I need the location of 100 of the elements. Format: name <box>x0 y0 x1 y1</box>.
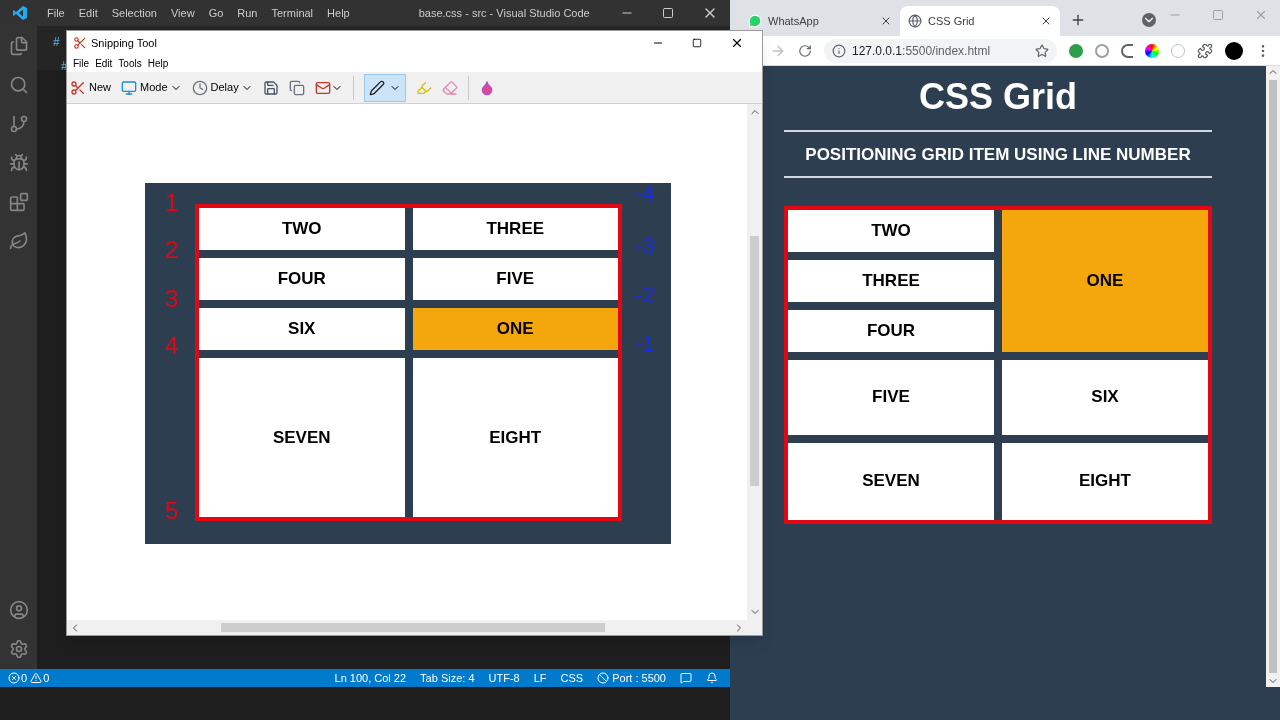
status-item[interactable]: Tab Size: 4 <box>420 669 475 687</box>
grid-item: FOUR <box>199 258 405 300</box>
handwritten-number: 3 <box>165 287 179 311</box>
bookmark-star-icon[interactable] <box>1035 43 1049 58</box>
close-tab-icon[interactable] <box>880 15 892 27</box>
handwritten-number: -4 <box>635 183 655 205</box>
handwritten-number: 1 <box>165 191 179 215</box>
extension-icon[interactable] <box>1095 43 1109 58</box>
leaf-icon[interactable] <box>8 231 29 251</box>
window-title: Snipping Tool <box>91 35 157 51</box>
browser-tab[interactable]: CSS Grid <box>900 6 1060 36</box>
grid-item: ONE <box>412 308 618 350</box>
grid-item: EIGHT <box>412 358 618 517</box>
screen-icon <box>121 79 137 96</box>
scissors-icon <box>73 36 87 50</box>
handwritten-number: -3 <box>635 235 655 257</box>
color-wheel-icon[interactable] <box>1145 43 1159 58</box>
vertical-scrollbar[interactable] <box>1266 66 1280 687</box>
status-item[interactable]: CSS <box>560 669 584 687</box>
save-icon[interactable] <box>262 79 279 96</box>
handwritten-number: -1 <box>635 333 655 355</box>
error-count[interactable]: 0 <box>21 669 28 687</box>
grid-item: SEVEN <box>788 442 994 520</box>
address-field[interactable]: 127.0.0.1:5500/index.html <box>824 38 1057 63</box>
handwritten-number: 5 <box>165 499 179 523</box>
extensions-icon[interactable] <box>1197 42 1213 59</box>
menu-item[interactable]: Tools <box>115 56 145 71</box>
reload-icon[interactable] <box>798 43 812 58</box>
tab-search-icon[interactable] <box>1142 13 1156 27</box>
error-icon <box>8 672 20 684</box>
menu-item[interactable]: Run <box>230 4 265 22</box>
feedback-icon[interactable] <box>680 672 692 684</box>
info-icon <box>832 43 846 58</box>
chat-icon <box>748 14 762 28</box>
bug-icon[interactable] <box>8 153 29 173</box>
eraser-icon[interactable] <box>441 79 458 96</box>
menu-item[interactable]: Help <box>320 4 357 22</box>
grid-item: SIX <box>1002 359 1208 435</box>
handwritten-number: 2 <box>165 238 179 262</box>
handwritten-number: -2 <box>635 284 655 306</box>
close-icon[interactable] <box>730 36 744 50</box>
tab-title: CSS Grid <box>928 13 975 29</box>
handwritten-number: 4 <box>165 334 179 358</box>
browser-tab[interactable]: WhatsApp <box>740 6 900 36</box>
menu-item[interactable]: Edit <box>92 56 116 71</box>
warning-count[interactable]: 0 <box>43 669 50 687</box>
file-type-icon: # <box>53 33 60 51</box>
menu-item[interactable]: File <box>70 56 93 71</box>
extensions-icon[interactable] <box>8 192 29 212</box>
grid-item: EIGHT <box>1002 442 1208 520</box>
clock-icon <box>191 79 208 96</box>
globe-icon <box>908 14 922 28</box>
grid-item: SEVEN <box>199 358 405 517</box>
horizontal-scrollbar[interactable] <box>67 620 747 635</box>
files-icon[interactable] <box>8 36 29 56</box>
close-tab-icon[interactable] <box>1040 15 1052 27</box>
grid-item: FOUR <box>788 309 994 352</box>
port-status[interactable]: Port : 5500 <box>612 669 666 687</box>
grid-item: THREE <box>412 208 618 250</box>
url-text: 127.0.0.1:5500/index.html <box>852 42 991 60</box>
warning-icon <box>30 672 43 684</box>
window-title: base.css - src - Visual Studio Code <box>418 5 590 21</box>
grid-item: THREE <box>788 259 994 302</box>
tab-title: WhatsApp <box>768 13 819 29</box>
page-heading: CSS Grid <box>919 76 1077 118</box>
page-subheading: POSITIONING GRID ITEM USING LINE NUMBER <box>805 144 1191 166</box>
menu-item[interactable]: View <box>163 4 202 22</box>
profile-avatar[interactable] <box>1225 41 1243 60</box>
toolbar-button[interactable]: New <box>70 79 111 96</box>
toolbar-button[interactable]: Mode <box>121 79 168 96</box>
pen-tool-button[interactable] <box>363 73 406 102</box>
scissors-icon <box>70 79 86 96</box>
status-item[interactable]: LF <box>533 669 547 687</box>
menu-item[interactable]: Help <box>144 56 172 71</box>
grid-item: TWO <box>788 209 994 252</box>
mail-icon[interactable] <box>314 79 331 96</box>
grid-item: FIVE <box>412 258 618 300</box>
extension-icon[interactable] <box>1121 43 1133 58</box>
copy-icon[interactable] <box>288 79 305 96</box>
branch-icon[interactable] <box>8 114 29 134</box>
toolbar-button[interactable]: Delay <box>191 79 239 96</box>
vertical-scrollbar[interactable] <box>747 104 762 635</box>
grid-item: ONE <box>1002 209 1208 352</box>
status-item[interactable]: UTF-8 <box>488 669 520 687</box>
pen-icon <box>368 79 385 96</box>
grid-item: TWO <box>199 208 405 250</box>
maximize-icon[interactable] <box>692 38 702 48</box>
settings-icon[interactable] <box>8 639 29 659</box>
menu-item[interactable]: Selection <box>104 4 164 22</box>
extension-icon[interactable] <box>1069 43 1083 58</box>
new-tab-icon[interactable] <box>1070 12 1086 28</box>
grid-item: SIX <box>199 308 405 350</box>
menu-item[interactable]: Terminal <box>264 4 321 22</box>
account-icon[interactable] <box>8 600 29 620</box>
menu-item[interactable]: Go <box>201 4 231 22</box>
notifications-icon[interactable] <box>706 672 718 684</box>
menu-item[interactable]: File <box>40 4 72 22</box>
menu-item[interactable]: Edit <box>71 4 105 22</box>
search-icon[interactable] <box>8 75 29 95</box>
status-item[interactable]: Ln 100, Col 22 <box>334 669 407 687</box>
